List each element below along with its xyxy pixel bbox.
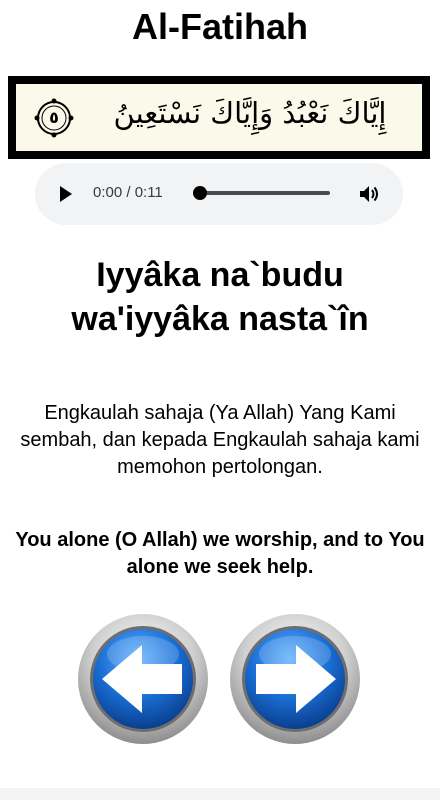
transliteration: Iyyâka na`budu wa'iyyâka nasta`în xyxy=(0,253,440,341)
play-button[interactable] xyxy=(55,183,75,205)
verse-panel: ٥ إِيَّاكَ نَعْبُدُ وَإِيَّاكَ نَسْتَعِي… xyxy=(16,84,422,151)
verse-arabic-text: إِيَّاكَ نَعْبُدُ وَإِيَّاكَ نَسْتَعِينُ xyxy=(113,96,387,130)
audio-time: 0:00 / 0:11 xyxy=(93,184,163,201)
audio-player[interactable]: 0:00 / 0:11 xyxy=(35,163,403,225)
audio-progress-thumb[interactable] xyxy=(193,186,207,200)
arrow-right-icon xyxy=(230,614,360,744)
volume-button[interactable] xyxy=(357,182,381,206)
next-button[interactable] xyxy=(228,612,362,746)
transliteration-line-1: Iyyâka na`budu xyxy=(96,256,344,294)
previous-button[interactable] xyxy=(76,612,210,746)
ayah-number: ٥ xyxy=(49,108,59,127)
page-title: Al-Fatihah xyxy=(132,6,308,47)
volume-icon xyxy=(360,186,378,202)
bottom-bar xyxy=(0,788,440,800)
audio-progress-track[interactable] xyxy=(197,191,330,195)
translation-english: You alone (O Allah) we worship, and to Y… xyxy=(15,529,425,578)
ayah-marker: ٥ xyxy=(34,98,74,138)
arrow-left-icon xyxy=(78,614,208,744)
transliteration-line-2: wa'iyyâka nasta`în xyxy=(71,300,369,338)
play-icon xyxy=(60,186,72,202)
translation-malay: Engkaulah sahaja (Ya Allah) Yang Kami se… xyxy=(20,402,420,478)
verse-image: ٥ إِيَّاكَ نَعْبُدُ وَإِيَّاكَ نَسْتَعِي… xyxy=(8,76,430,159)
